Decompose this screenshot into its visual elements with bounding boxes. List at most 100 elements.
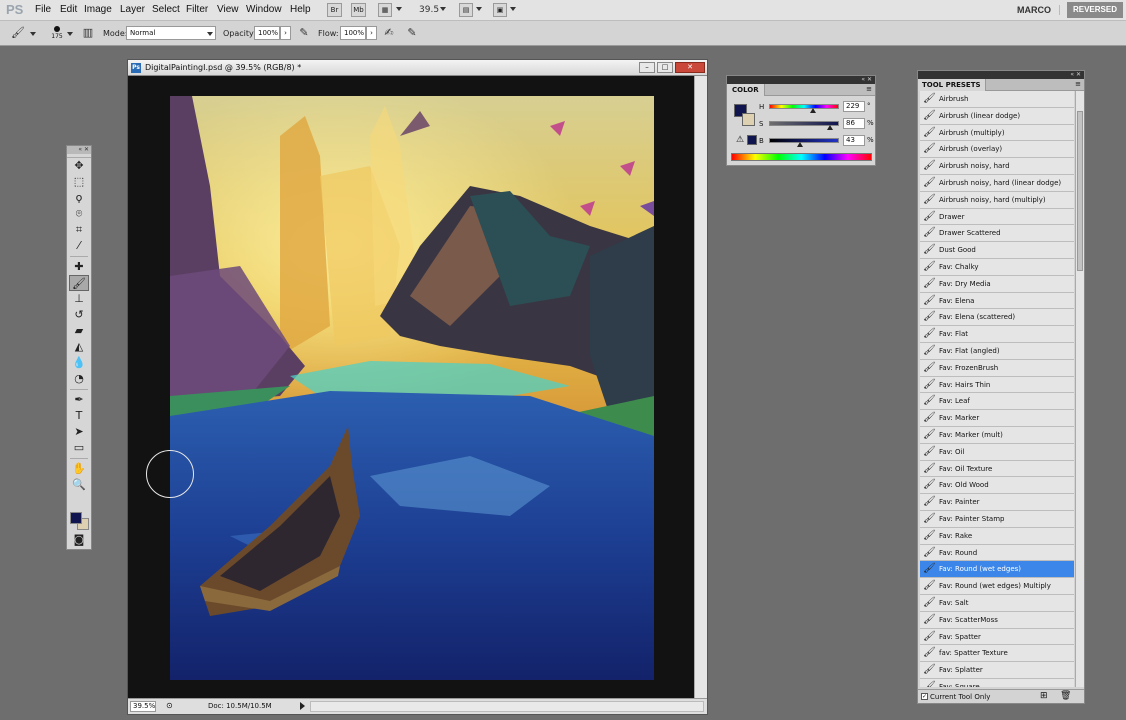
list-item[interactable]: 🖌 Fav: Flat bbox=[920, 326, 1074, 343]
delete-preset-icon[interactable]: 🗑 bbox=[1060, 691, 1071, 701]
brush-panel-toggle-icon[interactable]: ▥ bbox=[80, 25, 96, 41]
mode-dropdown-icon[interactable] bbox=[207, 32, 213, 36]
color-tab[interactable]: COLOR bbox=[727, 84, 765, 96]
list-item[interactable]: 🖌 Fav: Chalky bbox=[920, 258, 1074, 276]
workspace-reversed[interactable]: REVERSED bbox=[1067, 2, 1123, 18]
saturation-slider[interactable] bbox=[769, 121, 839, 130]
canvas-area[interactable] bbox=[128, 76, 707, 698]
quick-select-tool-icon[interactable]: ⌾ bbox=[69, 206, 89, 222]
brush-size-picker[interactable]: 175 bbox=[49, 24, 65, 44]
view-extras-button[interactable]: ▦ bbox=[378, 3, 392, 17]
brush-tool-icon[interactable]: 🖌 bbox=[69, 275, 89, 291]
maximize-button[interactable]: □ bbox=[657, 62, 673, 73]
list-item[interactable]: 🖌 Airbrush noisy, hard bbox=[920, 158, 1074, 175]
gamut-correction-swatch[interactable] bbox=[747, 135, 757, 145]
pressure-size-icon[interactable]: ✎ bbox=[404, 25, 420, 41]
brush-tool-preset-icon[interactable]: 🖌 bbox=[10, 25, 26, 41]
document-titlebar[interactable]: Ps DigitalPaintingI.psd @ 39.5% (RGB/8) … bbox=[128, 60, 707, 76]
zoom-dropdown-icon[interactable] bbox=[440, 7, 446, 11]
list-item[interactable]: 🖌 Fav: Elena (scattered) bbox=[920, 309, 1074, 327]
type-tool-icon[interactable]: T bbox=[69, 408, 89, 424]
list-item[interactable]: 🖌 Fav: Painter bbox=[920, 494, 1074, 511]
menu-edit[interactable]: Edit bbox=[60, 4, 77, 15]
move-tool-icon[interactable]: ✥ bbox=[69, 158, 89, 174]
quick-mask-icon[interactable]: ◙ bbox=[69, 532, 89, 548]
menu-select[interactable]: Select bbox=[152, 4, 180, 15]
screen-mode-dropdown-icon[interactable] bbox=[510, 7, 516, 11]
arrange-dropdown-icon[interactable] bbox=[476, 7, 482, 11]
mode-select[interactable]: Normal bbox=[126, 26, 216, 40]
list-item[interactable]: 🖌 fav: Spatter Texture bbox=[920, 645, 1074, 663]
flow-slider-button[interactable]: › bbox=[366, 26, 377, 40]
zoom-tool-icon[interactable]: 🔍 bbox=[69, 477, 89, 493]
menu-view[interactable]: View bbox=[217, 4, 239, 15]
list-item[interactable]: 🖌 Fav: Marker (mult) bbox=[920, 426, 1074, 444]
tool-presets-tab[interactable]: TOOL PRESETS bbox=[918, 79, 986, 91]
horizontal-scrollbar[interactable] bbox=[310, 701, 704, 712]
tool-presets-scrollbar[interactable] bbox=[1075, 91, 1084, 687]
list-item[interactable]: 🖌 Drawer Scattered bbox=[920, 225, 1074, 243]
paint-bucket-tool-icon[interactable]: ◭ bbox=[69, 339, 89, 355]
marquee-tool-icon[interactable]: ⬚ bbox=[69, 174, 89, 190]
list-item[interactable]: 🖌 Fav: Oil bbox=[920, 443, 1074, 461]
list-item[interactable]: 🖌 Fav: Splatter bbox=[920, 662, 1074, 679]
list-item[interactable]: 🖌 Airbrush bbox=[920, 91, 1074, 108]
list-item[interactable]: 🖌 Airbrush (overlay) bbox=[920, 141, 1074, 159]
list-item[interactable]: 🖌 Fav: Dry Media bbox=[920, 275, 1074, 293]
list-item[interactable]: 🖌 Fav: Spatter bbox=[920, 628, 1074, 646]
menu-help[interactable]: Help bbox=[290, 4, 311, 15]
eyedropper-tool-icon[interactable]: ⁄ bbox=[69, 238, 89, 254]
brightness-field[interactable]: 43 bbox=[843, 135, 865, 146]
new-preset-icon[interactable]: ⊞ bbox=[1040, 691, 1048, 701]
gamut-warning-icon[interactable]: ⚠ bbox=[736, 135, 744, 145]
saturation-field[interactable]: 86 bbox=[843, 118, 865, 129]
flow-field[interactable]: 100% bbox=[340, 26, 366, 40]
menu-window[interactable]: Window bbox=[246, 4, 282, 15]
list-item[interactable]: 🖌 Fav: Rake bbox=[920, 527, 1074, 545]
dodge-tool-icon[interactable]: ◔ bbox=[69, 371, 89, 387]
shape-tool-icon[interactable]: ▭ bbox=[69, 440, 89, 456]
mini-bridge-button[interactable]: Mb bbox=[351, 3, 366, 17]
current-tool-only-checkbox[interactable]: ✓ bbox=[921, 693, 928, 700]
list-item[interactable]: 🖌 Fav: Old Wood bbox=[920, 477, 1074, 495]
status-menu-arrow-icon[interactable] bbox=[300, 702, 305, 710]
screen-mode-button[interactable]: ▣ bbox=[493, 3, 507, 17]
list-item[interactable]: 🖌 Fav: Salt bbox=[920, 594, 1074, 612]
opacity-field[interactable]: 100% bbox=[254, 26, 280, 40]
list-item[interactable]: 🖌 Airbrush (multiply) bbox=[920, 124, 1074, 142]
clone-stamp-tool-icon[interactable]: ⊥ bbox=[69, 291, 89, 307]
foreground-color-swatch[interactable] bbox=[70, 512, 82, 524]
list-item[interactable]: 🖌 Fav: Painter Stamp bbox=[920, 510, 1074, 528]
tool-preset-dropdown-icon[interactable] bbox=[30, 32, 36, 36]
airbrush-toggle-icon[interactable]: ✍ bbox=[381, 25, 397, 41]
minimize-button[interactable]: – bbox=[639, 62, 655, 73]
list-item[interactable]: 🖌 Fav: Round bbox=[920, 544, 1074, 562]
tool-presets-scroll-thumb[interactable] bbox=[1077, 111, 1083, 271]
list-item[interactable]: 🖌 Airbrush noisy, hard (linear dodge) bbox=[920, 174, 1074, 192]
lasso-tool-icon[interactable]: ϙ bbox=[69, 190, 89, 206]
close-button[interactable]: ✕ bbox=[675, 62, 705, 73]
list-item[interactable]: 🖌 Fav: Oil Texture bbox=[920, 460, 1074, 478]
bridge-button[interactable]: Br bbox=[327, 3, 342, 17]
panel-menu-icon[interactable]: ≡ bbox=[866, 85, 872, 93]
hand-tool-icon[interactable]: ✋ bbox=[69, 461, 89, 477]
arrange-documents-button[interactable]: ▤ bbox=[459, 3, 473, 17]
menu-file[interactable]: File bbox=[35, 4, 51, 15]
blur-tool-icon[interactable]: 💧 bbox=[69, 355, 89, 371]
menu-filter[interactable]: Filter bbox=[186, 4, 208, 15]
workspace-marco[interactable]: MARCO bbox=[1017, 5, 1060, 15]
tool-presets-menu-icon[interactable]: ≡ bbox=[1075, 80, 1081, 88]
status-info-icon[interactable]: ⊙ bbox=[166, 701, 173, 710]
crop-tool-icon[interactable]: ⌗ bbox=[69, 222, 89, 238]
vertical-scrollbar[interactable] bbox=[694, 76, 707, 698]
list-item[interactable]: 🖌 Fav: Square bbox=[920, 678, 1074, 687]
color-bg-swatch[interactable] bbox=[742, 113, 755, 126]
view-extras-dropdown-icon[interactable] bbox=[396, 7, 402, 11]
brush-picker-dropdown-icon[interactable] bbox=[67, 32, 73, 36]
list-item[interactable]: 🖌 Fav: ScatterMoss bbox=[920, 611, 1074, 629]
toolbox-header[interactable]: « ✕ bbox=[67, 146, 91, 154]
opacity-slider-button[interactable]: › bbox=[280, 26, 291, 40]
color-panel-header[interactable]: « ✕ bbox=[727, 76, 875, 84]
menu-image[interactable]: Image bbox=[84, 4, 112, 15]
zoom-level[interactable]: 39.5 bbox=[419, 5, 439, 15]
